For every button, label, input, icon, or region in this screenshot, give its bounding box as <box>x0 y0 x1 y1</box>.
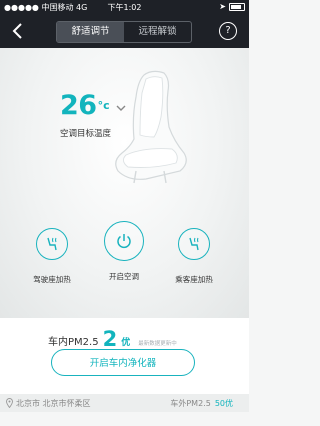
pm25-label: 车内PM2.5 <box>48 337 99 348</box>
segmented-tabs: 舒适调节 远程解锁 <box>56 21 192 43</box>
seat-illustration <box>115 70 187 184</box>
nav-bar: 舒适调节 远程解锁 ? <box>0 14 249 48</box>
back-icon[interactable] <box>10 22 26 40</box>
seat-heat-icon <box>47 237 57 251</box>
tab-comfort[interactable]: 舒适调节 <box>57 22 124 42</box>
bottom-spacer <box>0 412 249 426</box>
seat-heat-icon <box>189 237 199 251</box>
status-icons: ➤ <box>219 2 245 11</box>
passenger-seat-heat-label: 乘客座加热 <box>175 275 213 284</box>
driver-seat-heat-button[interactable] <box>36 228 68 260</box>
air-purifier-button[interactable]: 开启车内净化器 <box>51 349 195 376</box>
outside-pm25-label: 车外PM2.5 <box>170 399 211 408</box>
tab-remote-unlock[interactable]: 远程解锁 <box>124 22 191 42</box>
passenger-seat-heat-control[interactable]: 乘客座加热 <box>149 228 239 285</box>
temperature-display[interactable]: 26 °c <box>60 92 126 120</box>
temperature-value: 26 <box>60 90 97 121</box>
pm25-value: 2 <box>102 327 118 351</box>
outside-pm25: 车外PM2.5 50优 <box>170 398 233 409</box>
outside-pm25-value: 50优 <box>214 399 233 408</box>
passenger-seat-heat-button[interactable] <box>178 228 210 260</box>
pm25-row: 车内PM2.5 2 优 最新数据更新中 <box>48 328 177 350</box>
temperature-label: 空调目标温度 <box>60 129 112 139</box>
help-icon[interactable]: ? <box>219 22 237 40</box>
location-pin-icon <box>6 398 13 408</box>
location-footer: 北京市 北京市怀柔区 车外PM2.5 50优 <box>0 394 249 412</box>
location-text: 北京市 北京市怀柔区 <box>16 399 91 408</box>
chevron-down-icon[interactable] <box>116 104 126 112</box>
clock: 下午1:02 <box>107 3 142 12</box>
temperature-unit: °c <box>97 99 110 112</box>
ac-power-button[interactable] <box>104 221 144 261</box>
power-icon <box>117 234 131 249</box>
battery-icon <box>229 2 245 11</box>
status-bar: ●●●●● 中国移动 4G 下午1:02 ➤ <box>0 0 249 14</box>
pm25-grade: 优 <box>121 338 131 348</box>
location-status-icon: ➤ <box>219 2 226 11</box>
